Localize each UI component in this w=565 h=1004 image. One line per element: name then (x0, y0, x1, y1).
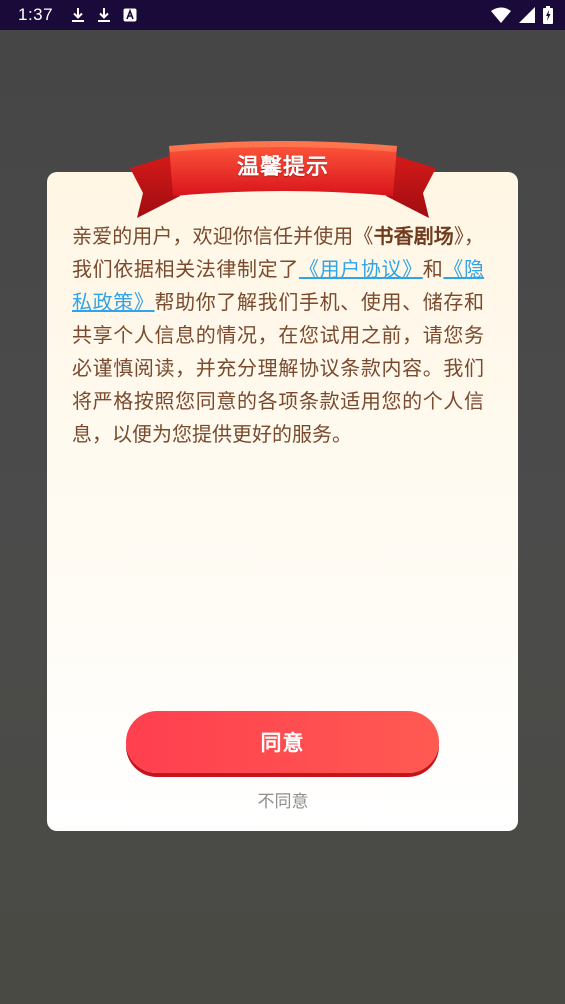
download-icon (71, 7, 85, 23)
status-time: 1:37 (18, 5, 54, 24)
disagree-button[interactable]: 不同意 (230, 784, 336, 814)
notification-icons (71, 7, 137, 23)
dialog-message: 亲爱的用户，欢迎你信任并使用《书香剧场》，我们依据相关法律制定了《用户协议》和《… (72, 220, 484, 451)
user-agreement-link[interactable]: 《用户协议》 (299, 257, 423, 281)
dialog-title: 温馨提示 (236, 155, 329, 180)
system-icons (491, 6, 553, 24)
status-bar: 1:37 (0, 0, 565, 30)
message-part: 亲爱的用户，欢迎你信任并使用《 (72, 224, 374, 248)
download-icon (97, 7, 111, 23)
battery-icon (543, 6, 553, 24)
a-notification-icon (123, 8, 137, 22)
wifi-icon (491, 7, 511, 23)
signal-icon (519, 7, 535, 23)
message-part: 和 (422, 257, 444, 281)
app-name: 书香剧场 (373, 224, 454, 248)
agree-button[interactable]: 同意 (126, 711, 439, 773)
